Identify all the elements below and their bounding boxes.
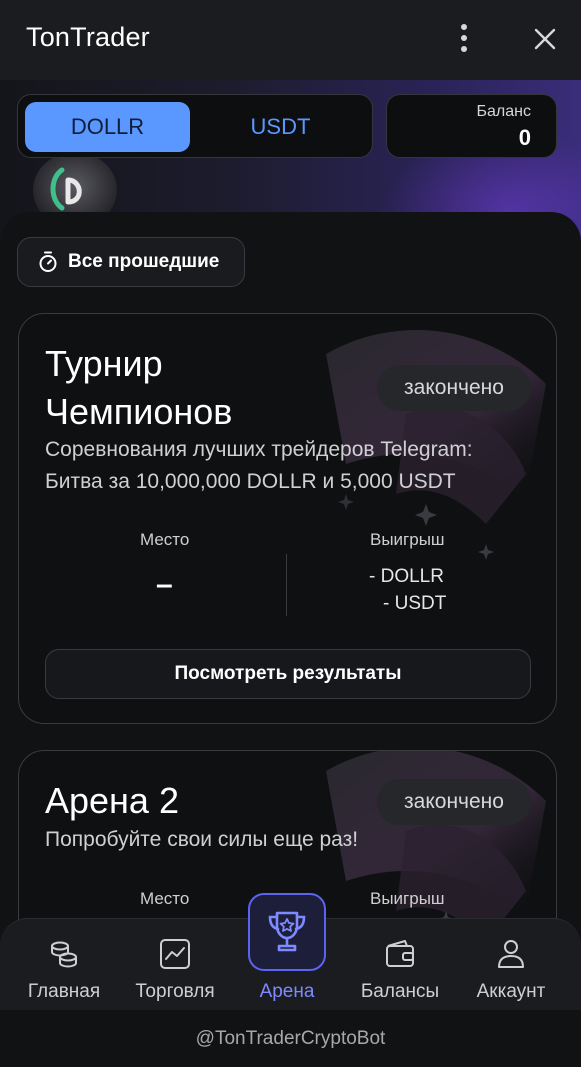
prize-usdt: - USDT — [383, 593, 447, 614]
place-value: – — [156, 568, 173, 601]
close-icon[interactable] — [530, 24, 560, 54]
tournament-title-line2: Чемпионов — [45, 391, 233, 432]
nav-item-trading[interactable]: Торговля — [128, 919, 222, 1011]
prize-label: Выигрыш — [370, 530, 445, 549]
status-badge: закончено — [377, 779, 531, 825]
tournament-description-line2: Битва за 10,000,000 DOLLR и 5,000 USDT — [45, 470, 456, 493]
nav-item-balances[interactable]: Балансы — [354, 919, 446, 1011]
balance-label: Баланс — [476, 103, 531, 120]
balance-value: 0 — [518, 125, 531, 150]
prize-label: Выигрыш — [370, 889, 445, 908]
view-results-button[interactable]: Посмотреть результаты — [45, 649, 531, 699]
nav-label-trading: Торговля — [135, 981, 215, 1002]
chart-icon — [160, 939, 190, 969]
coins-icon — [51, 941, 77, 968]
trophy-icon — [268, 911, 306, 952]
wallet-icon — [386, 940, 414, 967]
tournament-description: Попробуйте свои силы еще раз! — [45, 828, 359, 851]
stat-divider — [286, 554, 287, 616]
bot-handle: @TonTraderCryptoBot — [195, 1027, 386, 1049]
top-bar: TonTrader — [0, 0, 581, 80]
currency-toggle: DOLLR USDT — [17, 94, 373, 158]
tournament-card: Турнир Чемпионов закончено Соревнования … — [18, 313, 557, 724]
menu-dot — [461, 35, 467, 41]
balance-box: Баланс 0 — [386, 94, 557, 158]
menu-dot — [461, 24, 467, 30]
nav-item-home[interactable]: Главная — [18, 919, 110, 1011]
footer: @TonTraderCryptoBot — [0, 1010, 581, 1067]
filter-label: Все прошедшие — [68, 251, 220, 272]
stopwatch-icon — [39, 251, 57, 272]
user-icon — [498, 940, 524, 968]
place-label: Место — [140, 889, 190, 908]
app-title: TonTrader — [26, 22, 150, 52]
more-menu-button[interactable] — [452, 22, 476, 54]
main-sheet: Все прошедшие Турнир Чемпионов закончено… — [0, 212, 581, 952]
arena-active-indicator[interactable] — [248, 893, 326, 971]
tournament-description: Соревнования лучших трейдеров Telegram: — [45, 438, 473, 461]
nav-label-arena: Арена — [259, 981, 315, 1002]
status-badge: закончено — [377, 365, 531, 411]
currency-option-dollr[interactable]: DOLLR — [25, 102, 190, 152]
tournament-title: Арена 2 — [45, 780, 179, 821]
nav-item-account[interactable]: Аккаунт — [468, 919, 554, 1011]
nav-label-account: Аккаунт — [476, 981, 546, 1002]
menu-dot — [461, 46, 467, 52]
nav-label-home: Главная — [27, 981, 101, 1002]
tournament-title: Турнир — [45, 343, 163, 384]
prize-dollr: - DOLLR — [369, 566, 444, 587]
currency-option-usdt[interactable]: USDT — [198, 102, 363, 152]
place-label: Место — [140, 530, 190, 549]
nav-label-balances: Балансы — [360, 981, 440, 1002]
filter-past-button[interactable]: Все прошедшие — [17, 237, 245, 287]
